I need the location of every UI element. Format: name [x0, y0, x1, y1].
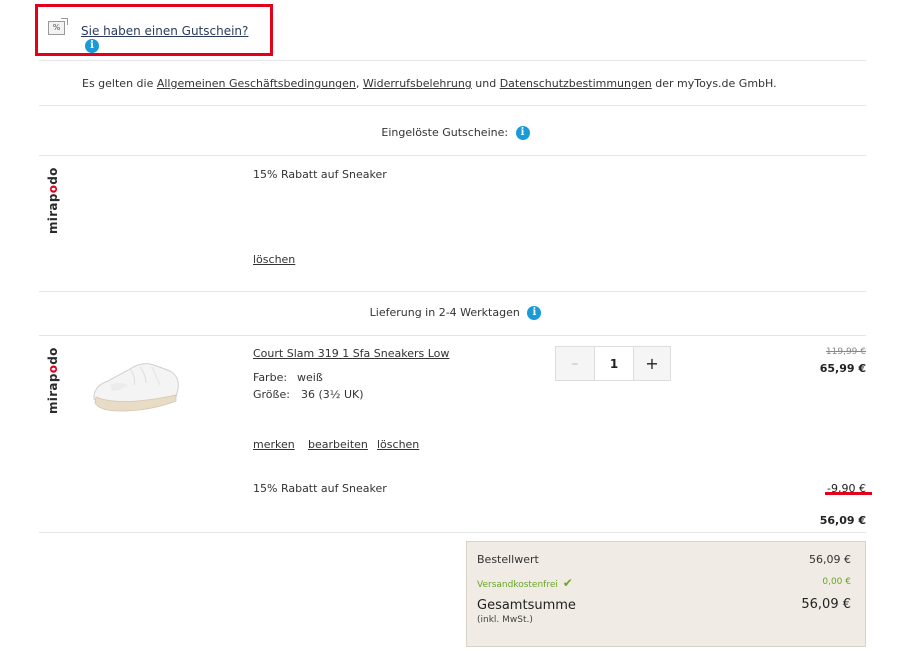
save-for-later-link[interactable]: merken	[253, 438, 295, 451]
tax-note: (inkl. MwSt.)	[477, 615, 533, 625]
redeemed-brand-logo: mirapodo	[46, 167, 60, 234]
redeemed-vouchers-heading: Eingelöste Gutscheine: i	[0, 126, 911, 140]
order-summary: Bestellwert 56,09 € Versandkostenfrei ✔ …	[466, 541, 866, 647]
redeemed-heading-text: Eingelöste Gutscheine:	[381, 126, 509, 139]
redeemed-info-icon[interactable]: i	[515, 126, 530, 140]
product-size: Größe: 36 (3½ UK)	[253, 388, 364, 401]
shipping-row: Versandkostenfrei ✔	[477, 576, 573, 590]
divider	[39, 291, 866, 292]
discount-underline	[825, 492, 872, 495]
divider	[39, 60, 866, 61]
total-label: Gesamtsumme	[477, 598, 576, 613]
divider	[39, 155, 866, 156]
shipping-value: 0,00 €	[822, 577, 851, 587]
divider	[39, 335, 866, 336]
divider	[39, 105, 866, 106]
delivery-heading: Lieferung in 2-4 Werktagen i	[0, 306, 911, 320]
shipping-label: Versandkostenfrei	[477, 580, 558, 590]
terms-sep2: und	[471, 77, 500, 90]
quantity-value[interactable]: 1	[595, 347, 633, 380]
item-subtotal: 56,09 €	[819, 514, 866, 527]
quantity-decrease-button[interactable]: –	[556, 347, 595, 380]
edit-item-link[interactable]: bearbeiten	[308, 438, 368, 451]
checkmark-icon: ✔	[562, 576, 573, 590]
product-color: Farbe: weiß	[253, 371, 323, 384]
order-value: 56,09 €	[809, 553, 851, 566]
delivery-info-icon[interactable]: i	[527, 306, 542, 320]
product-name-link[interactable]: Court Slam 319 1 Sfa Sneakers Low	[253, 347, 449, 360]
quantity-stepper: – 1 +	[555, 346, 671, 381]
terms-suffix: der myToys.de GmbH.	[651, 77, 777, 90]
redeemed-voucher-delete-link[interactable]: löschen	[253, 253, 295, 266]
divider	[39, 532, 866, 533]
delivery-heading-text: Lieferung in 2-4 Werktagen	[369, 306, 520, 319]
total-value: 56,09 €	[801, 597, 851, 612]
voucher-link-label[interactable]: Sie haben einen Gutschein?	[81, 24, 248, 38]
current-price: 65,99 €	[819, 362, 866, 375]
terms-prefix: Es gelten die	[82, 77, 157, 90]
terms-link-datenschutz[interactable]: Datenschutzbestimmungen	[500, 77, 652, 90]
product-color-value: weiß	[297, 371, 323, 384]
product-size-label: Größe:	[253, 388, 290, 401]
product-color-label: Farbe:	[253, 371, 288, 384]
item-discount-label: 15% Rabatt auf Sneaker	[253, 482, 387, 495]
quantity-increase-button[interactable]: +	[633, 347, 670, 380]
product-size-value: 36 (3½ UK)	[301, 388, 364, 401]
delete-item-link[interactable]: löschen	[377, 438, 419, 451]
product-image[interactable]	[90, 355, 182, 413]
terms-link-widerruf[interactable]: Widerrufsbelehrung	[363, 77, 472, 90]
order-value-label: Bestellwert	[477, 553, 539, 566]
voucher-info-icon[interactable]: i	[85, 38, 99, 53]
old-price: 119,99 €	[825, 347, 866, 357]
terms-notice: Es gelten die Allgemeinen Geschäftsbedin…	[82, 77, 777, 90]
voucher-link[interactable]: Sie haben einen Gutschein? i	[81, 24, 270, 53]
item-brand-logo: mirapodo	[46, 347, 60, 414]
terms-sep1: ,	[355, 77, 363, 90]
terms-link-agb[interactable]: Allgemeinen Geschäftsbedingungen	[157, 77, 356, 90]
redeemed-voucher-description: 15% Rabatt auf Sneaker	[253, 168, 387, 181]
voucher-percent-icon: %	[48, 18, 68, 35]
voucher-box: % Sie haben einen Gutschein? i	[35, 4, 273, 56]
